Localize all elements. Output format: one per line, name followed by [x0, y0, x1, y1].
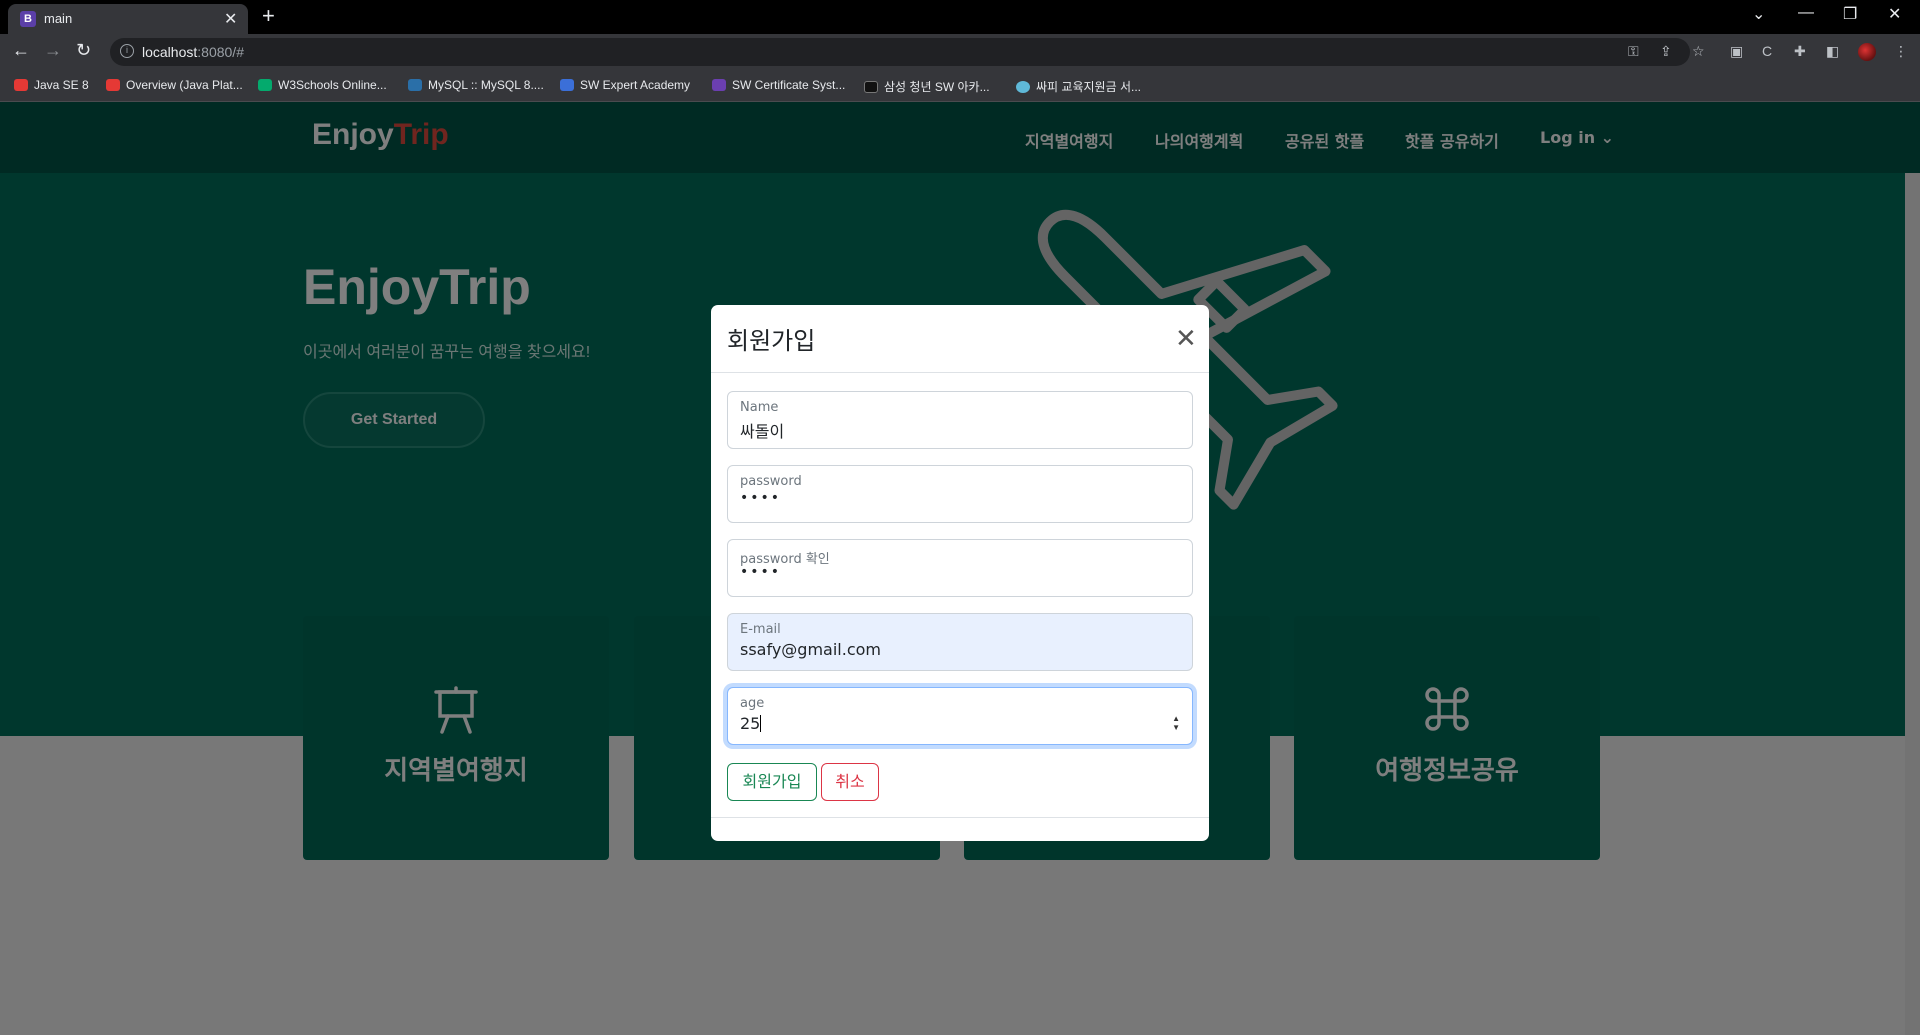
- bookmark-icon: [14, 79, 28, 91]
- password-label: password: [740, 474, 802, 489]
- signup-submit-button[interactable]: 회원가입: [727, 763, 817, 801]
- back-icon[interactable]: ←: [12, 40, 30, 61]
- bookmark-icon: [560, 79, 574, 91]
- bookmark-icon: [712, 79, 726, 91]
- bookmark-item[interactable]: SW Expert Academy: [560, 78, 690, 92]
- bookmark-item[interactable]: 싸피 교육지원금 서...: [1016, 78, 1141, 95]
- bookmark-item[interactable]: Overview (Java Plat...: [106, 78, 243, 92]
- menu-kebab-icon[interactable]: ⋮: [1894, 43, 1908, 60]
- bookmark-item[interactable]: 삼성 청년 SW 아카...: [864, 78, 990, 95]
- bookmark-icon: [864, 81, 878, 93]
- number-spinner-icon[interactable]: ▲ ▼: [1172, 714, 1180, 732]
- tab-close-icon[interactable]: ✕: [224, 9, 237, 29]
- browser-tab-strip: B main ✕ + ⌄ — ❐ ✕: [0, 0, 1920, 34]
- media-icon[interactable]: ▣: [1730, 43, 1743, 60]
- site-info-icon[interactable]: i: [120, 44, 134, 58]
- bookmarks-bar: Java SE 8 Overview (Java Plat... W3Schoo…: [0, 70, 1920, 102]
- page-viewport: EnjoyTrip 이곳에서 여러분이 꿈꾸는 여행을 찾으세요! Get St…: [0, 102, 1920, 1035]
- share-icon[interactable]: ⇪: [1660, 43, 1672, 60]
- email-value: ssafy@gmail.com: [740, 640, 881, 659]
- profile-avatar[interactable]: [1858, 43, 1876, 61]
- text-caret: [760, 715, 762, 732]
- password-field[interactable]: password ••••: [727, 465, 1193, 523]
- tab-title: main: [44, 11, 73, 26]
- age-field[interactable]: age 25 ▲ ▼: [727, 687, 1193, 745]
- new-tab-icon[interactable]: +: [262, 3, 275, 29]
- bookmark-icon: [106, 79, 120, 91]
- name-field[interactable]: Name 싸돌이: [727, 391, 1193, 449]
- restore-icon[interactable]: ❐: [1843, 4, 1857, 24]
- age-value-wrap: 25: [740, 714, 762, 733]
- bookmark-item[interactable]: SW Certificate Syst...: [712, 78, 845, 92]
- cancel-button[interactable]: 취소: [821, 763, 879, 801]
- close-icon[interactable]: ✕: [1175, 325, 1197, 351]
- bookmark-star-icon[interactable]: ☆: [1692, 43, 1705, 60]
- bookmark-item[interactable]: Java SE 8: [14, 78, 89, 92]
- modal-footer-divider: [711, 817, 1209, 818]
- name-value: 싸돌이: [740, 422, 785, 441]
- age-value: 25: [740, 714, 761, 733]
- bookmark-item[interactable]: W3Schools Online...: [258, 78, 387, 92]
- bookmark-icon: [1016, 81, 1030, 93]
- bookmark-icon: [258, 79, 272, 91]
- bookmark-item[interactable]: MySQL :: MySQL 8....: [408, 78, 544, 92]
- extension-c-icon[interactable]: C: [1762, 43, 1772, 59]
- email-label: E-mail: [740, 622, 781, 637]
- password-confirm-value: ••••: [740, 564, 782, 580]
- minimize-icon[interactable]: —: [1798, 4, 1814, 22]
- browser-toolbar: ← → ↻ i localhost:8080/# ⚿ ⇪ ☆ ▣ C ✚ ◧ ⋮: [0, 34, 1920, 70]
- browser-tab[interactable]: B main ✕: [8, 4, 248, 34]
- name-label: Name: [740, 400, 779, 415]
- age-label: age: [740, 696, 765, 711]
- side-panel-icon[interactable]: ◧: [1826, 43, 1839, 60]
- forward-icon[interactable]: →: [44, 40, 62, 61]
- email-field[interactable]: E-mail ssafy@gmail.com: [727, 613, 1193, 671]
- address-bar[interactable]: i localhost:8080/# ⚿ ⇪ ☆: [110, 38, 1705, 66]
- password-value: ••••: [740, 490, 782, 506]
- modal-title: 회원가입: [727, 327, 816, 355]
- signup-modal: 회원가입 ✕ Name 싸돌이 password •••• password 확…: [711, 305, 1209, 841]
- bootstrap-favicon-icon: B: [20, 11, 36, 27]
- extensions-puzzle-icon[interactable]: ✚: [1794, 43, 1806, 60]
- url-text: localhost:8080/#: [142, 44, 244, 60]
- tab-search-icon[interactable]: ⌄: [1752, 4, 1765, 24]
- modal-header: 회원가입 ✕: [711, 305, 1209, 373]
- reload-icon[interactable]: ↻: [76, 40, 91, 61]
- key-icon[interactable]: ⚿: [1628, 43, 1639, 60]
- password-confirm-field[interactable]: password 확인 ••••: [727, 539, 1193, 597]
- bookmark-icon: [408, 79, 422, 91]
- window-close-icon[interactable]: ✕: [1888, 4, 1901, 24]
